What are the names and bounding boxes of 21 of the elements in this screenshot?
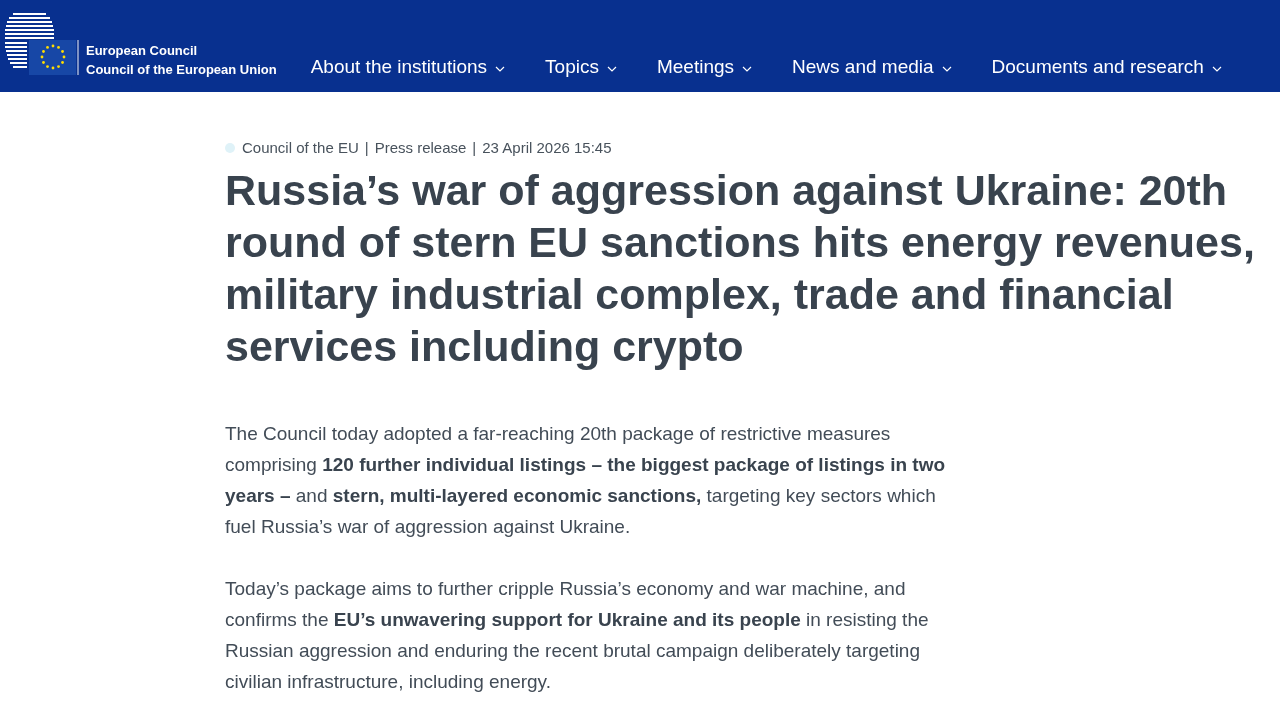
- nav-menu-item[interactable]: News and media: [792, 54, 952, 80]
- nav-menu-item[interactable]: Meetings: [656, 54, 753, 80]
- nav-menu-item[interactable]: Topics: [545, 54, 617, 80]
- chevron-down-icon: [606, 66, 617, 72]
- chevron-down-icon: [742, 66, 753, 72]
- dot-icon: [225, 143, 235, 153]
- nav-menu-item[interactable]: Documents and research: [991, 54, 1222, 80]
- body-paragraph: The Council today adopted a far-reaching 20th package of restrictive measures comprising 120 further individual listings – the biggest package of listings in two years – and stern, multi-layered economic sanctions, targeting key sectors which fuel Russia’s war of aggression against Ukraine.: [225, 422, 947, 539]
- nav-menu-item[interactable]: About the institutions: [310, 54, 506, 80]
- site-name[interactable]: Council of the European Union: [86, 60, 277, 79]
- body-paragraph: Today’s package aims to further cripple Russia’s economy and war machine, and confirms the EU’s unwavering support for Ukraine and its people in resisting the Russian aggression and enduring the recent brutal campaign deliberately targeting civilian infrastructure, including energy.: [225, 577, 930, 694]
- separator: |: [472, 138, 477, 158]
- site-name[interactable]: European Council: [86, 41, 277, 60]
- article-title: Russia’s war of aggression against Ukraine: 20th round of stern EU sanctions hits energy revenues, military industrial complex, trade and financial services including crypto: [225, 165, 1256, 372]
- separator: |: [364, 138, 369, 158]
- meta-label: 23 April 2026 15:45: [482, 138, 612, 158]
- chevron-down-icon: [1211, 66, 1222, 72]
- meta-label: Council of the EU: [242, 138, 359, 158]
- chevron-down-icon: [941, 66, 952, 72]
- meta-label: Press release: [374, 138, 467, 158]
- chevron-down-icon: [495, 66, 506, 72]
